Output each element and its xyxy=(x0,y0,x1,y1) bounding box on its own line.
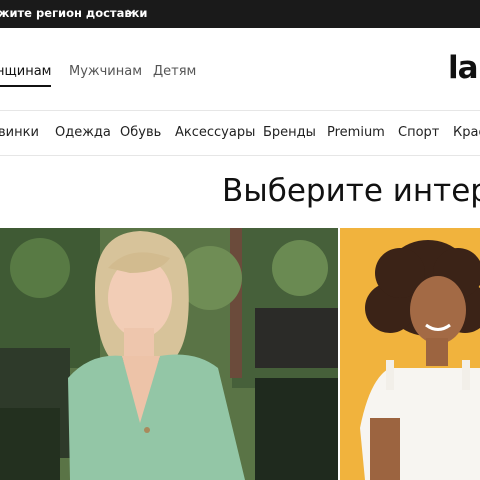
active-tab-indicator xyxy=(0,85,51,87)
header-divider xyxy=(0,110,480,111)
nav-sport[interactable]: Спорт xyxy=(398,125,439,140)
nav-premium[interactable]: Premium xyxy=(327,125,385,140)
page-heading: Выберите интер xyxy=(222,173,480,209)
tab-kids[interactable]: Детям xyxy=(153,64,196,79)
region-bar: жите регион доставки xyxy=(0,0,480,28)
nav-accessories[interactable]: Аксессуары xyxy=(175,125,255,140)
tab-men[interactable]: Мужчинам xyxy=(69,64,142,79)
tab-women[interactable]: нщинам xyxy=(0,64,51,79)
women-promo-card[interactable] xyxy=(0,228,338,480)
nav-shoes[interactable]: Обувь xyxy=(120,125,161,140)
nav-brands[interactable]: Бренды xyxy=(263,125,316,140)
chevron-down-icon[interactable] xyxy=(126,7,136,17)
kids-promo-card[interactable] xyxy=(340,228,480,480)
nav-new[interactable]: винки xyxy=(0,125,39,140)
nav-clothes[interactable]: Одежда xyxy=(55,125,111,140)
nav-divider xyxy=(0,155,480,156)
kids-promo-image xyxy=(340,228,480,480)
nav-beauty[interactable]: Крас xyxy=(453,125,480,140)
site-logo[interactable]: la xyxy=(448,50,479,86)
women-promo-image xyxy=(0,228,338,480)
